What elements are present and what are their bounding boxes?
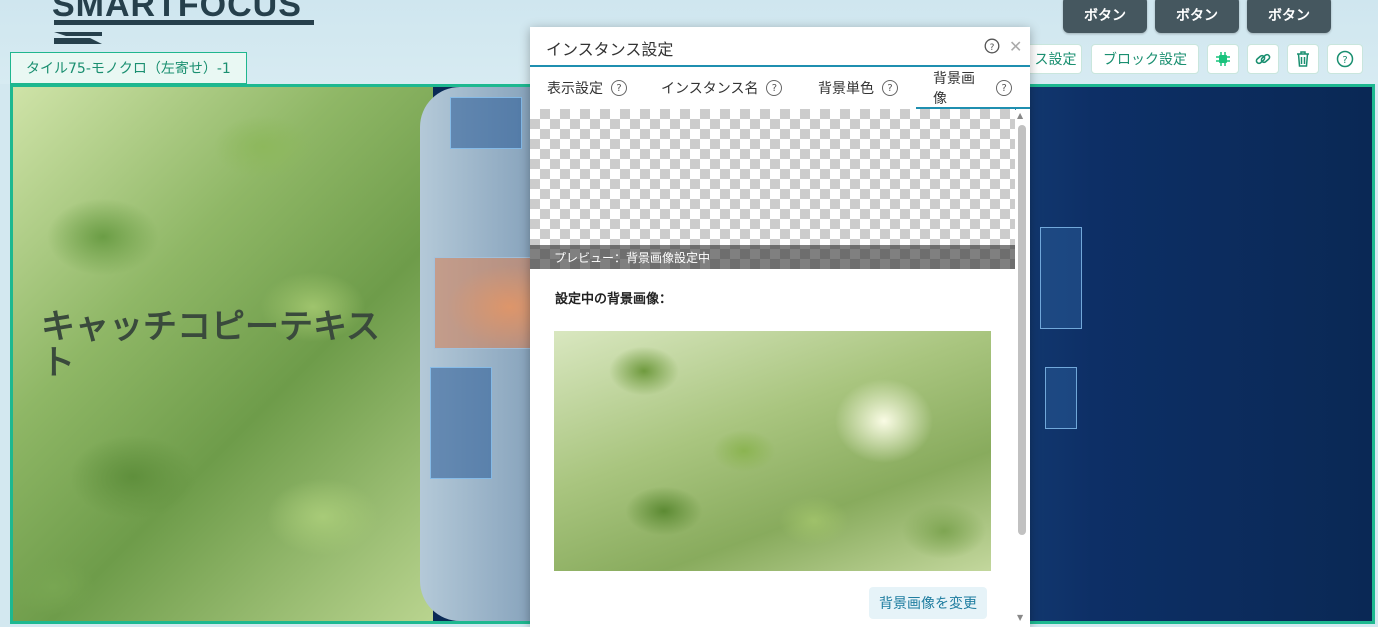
- change-background-button[interactable]: 背景画像を変更: [869, 587, 987, 619]
- preview-caption: プレビュー：背景画像設定中: [530, 245, 1015, 269]
- cpu-button[interactable]: [1207, 44, 1239, 74]
- trash-icon: [1297, 51, 1309, 67]
- tab-label: 背景画像: [933, 71, 975, 107]
- help-button[interactable]: ?: [1327, 44, 1363, 74]
- tab-background-color[interactable]: 背景単色?: [818, 69, 898, 107]
- screen-panel: [1045, 367, 1077, 429]
- link-button[interactable]: [1247, 44, 1279, 74]
- tab-label: 背景単色: [818, 81, 874, 97]
- block-name-tag: タイル75-モノクロ（左寄せ）-1: [10, 52, 247, 84]
- current-background-image: [554, 331, 991, 571]
- link-icon: [1255, 53, 1271, 65]
- scrollbar-thumb[interactable]: [1018, 125, 1026, 535]
- help-icon[interactable]: ?: [766, 80, 783, 96]
- background-preview: プレビュー：背景画像設定中: [530, 109, 1015, 269]
- help-icon[interactable]: ?: [996, 80, 1012, 96]
- block-settings-button[interactable]: ブロック設定: [1091, 44, 1199, 74]
- screen-panel: [1040, 227, 1082, 329]
- screen-panel: [434, 257, 536, 349]
- tab-instance-name[interactable]: インスタンス名?: [661, 69, 783, 107]
- current-background-label: 設定中の背景画像：: [555, 292, 673, 307]
- tab-label: インスタンス名: [661, 81, 759, 97]
- help-icon: ?: [1336, 50, 1354, 68]
- scroll-down-icon[interactable]: ▼: [1017, 613, 1023, 622]
- header-button-2[interactable]: ボタン: [1155, 0, 1239, 33]
- header-button-3[interactable]: ボタン: [1247, 0, 1331, 33]
- screen-panel: [430, 367, 492, 479]
- screen-panel: [450, 97, 522, 149]
- svg-text:?: ?: [1342, 55, 1347, 66]
- help-icon[interactable]: ?: [882, 80, 898, 96]
- scroll-up-icon[interactable]: ▲: [1017, 111, 1023, 120]
- logo-mark-icon: [54, 32, 102, 44]
- instance-settings-button[interactable]: ス設定: [1030, 44, 1082, 74]
- instance-settings-dialog: インスタンス設定 ? ✕ 表示設定? インスタンス名? 背景単色? 背景画像? …: [530, 27, 1030, 627]
- logo-underline: [54, 20, 314, 25]
- svg-text:?: ?: [990, 43, 995, 53]
- dialog-header: インスタンス設定 ? ✕: [530, 27, 1030, 67]
- site-logo[interactable]: SMARTFOCUS: [52, 0, 322, 48]
- help-icon[interactable]: ?: [984, 38, 1000, 54]
- tab-background-image[interactable]: 背景画像?: [916, 69, 1030, 110]
- close-icon[interactable]: ✕: [1009, 37, 1022, 56]
- header-button-1[interactable]: ボタン: [1063, 0, 1147, 33]
- delete-button[interactable]: [1287, 44, 1319, 74]
- help-icon[interactable]: ?: [611, 80, 627, 96]
- tab-display-settings[interactable]: 表示設定?: [547, 69, 627, 107]
- tab-label: 表示設定: [547, 81, 603, 97]
- catch-copy-text[interactable]: キャッチコピーテキスト: [41, 309, 411, 381]
- dialog-tabs: 表示設定? インスタンス名? 背景単色? 背景画像?: [530, 69, 1030, 110]
- dialog-title: インスタンス設定: [546, 40, 674, 59]
- cpu-icon: [1216, 52, 1230, 66]
